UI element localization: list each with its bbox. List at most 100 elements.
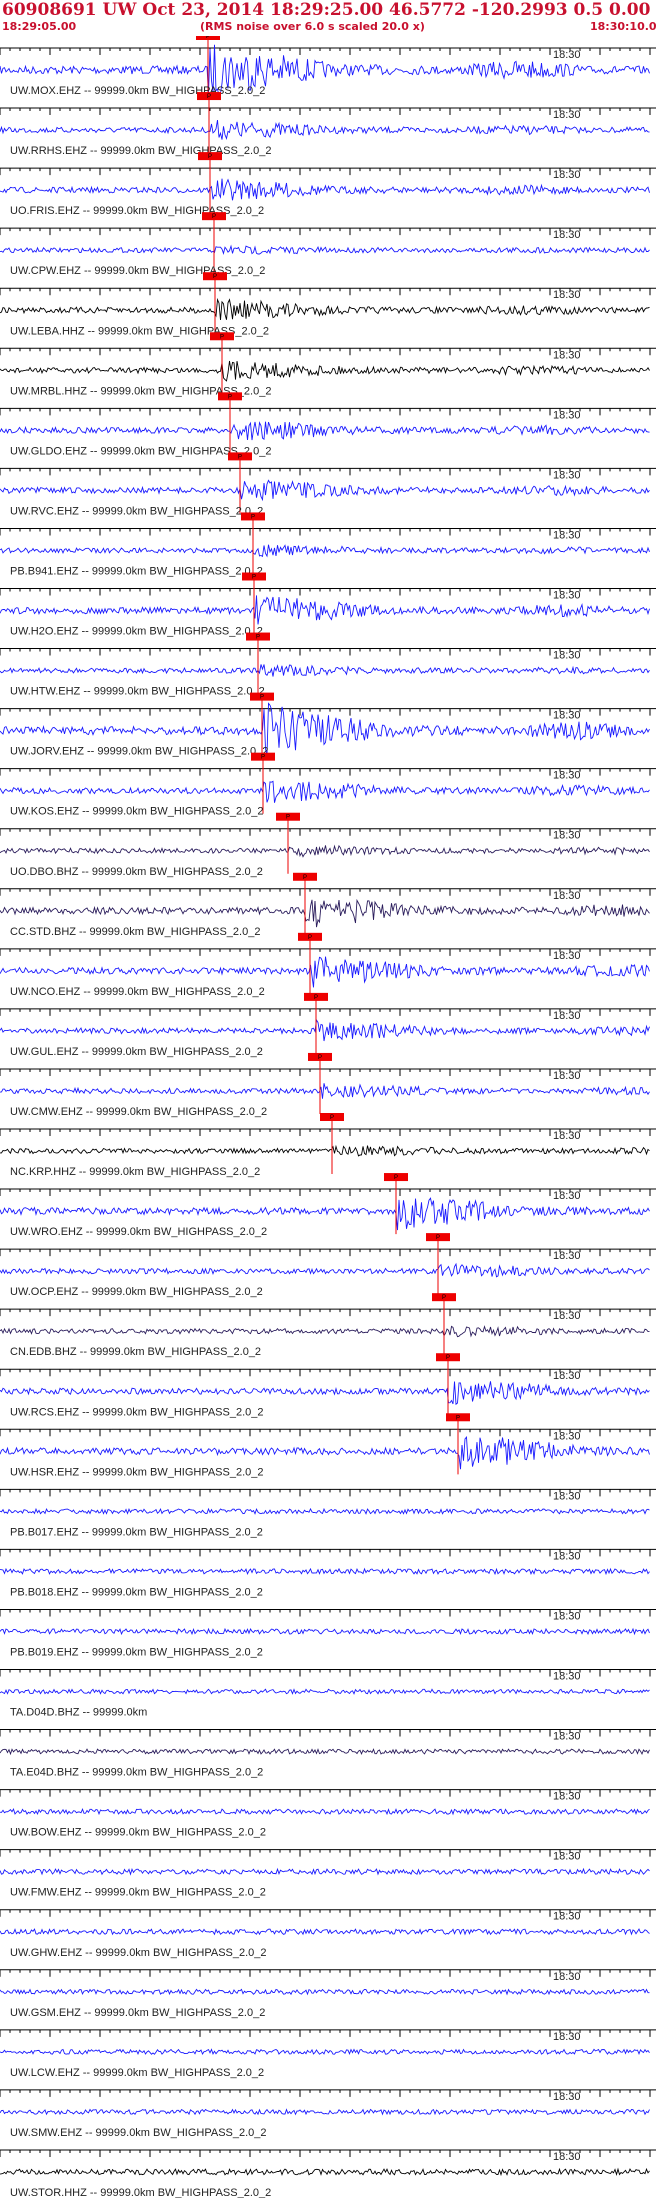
tick-label: 18:30 [553,1911,581,1923]
tick-label: 18:30 [553,710,581,722]
trace-row: 18:30 TA.D04D.BHZ -- 99999.0km [0,1669,656,1719]
trace-row: 18:30 P UW.WRO.EHZ -- 99999.0km BW_HIGHPAS… [0,1173,656,1238]
tick-label: 18:30 [553,169,581,181]
station-label: UW.STOR.HHZ -- 99999.0km BW_HIGHPASS_2.0… [10,2187,271,2198]
waveform [0,297,650,321]
seismogram-traces: 18:30PUW.MOX.EHZ -- 99999.0km BW_HIGHPAS… [0,36,656,2198]
waveform [0,664,650,677]
trace-row: 18:30PUW.LEBA.HHZ -- 99999.0km BW_HIGHPA… [0,272,656,337]
pick-label: P [212,214,216,220]
pick-label: P [308,935,312,941]
waveform [0,1083,650,1099]
trace-row: 18:30PPB.B941.EHZ -- 99999.0km BW_HIGHPA… [0,512,656,578]
tick-label: 18:30 [553,1190,581,1202]
pick-label: P [394,1175,398,1181]
waveform [0,844,650,858]
trace-row: 18:30 P UW.RCS.EHZ -- 99999.0km BW_HIGHPAS… [0,1353,656,1418]
trace-row: 18:30 P CC.STD.BHZ -- 99999.0km BW_HIGHPAS… [0,872,656,938]
pick-label: P [314,995,318,1001]
waveform [0,898,650,928]
pick-label: P [446,1355,450,1361]
tick-label: 18:30 [553,1731,581,1743]
waveform [0,2167,650,2177]
trace-row: 18:30 PB.B018.EHZ -- 99999.0km BW_HIGHPAS… [0,1548,656,1598]
trace-row: 18:30 UW.GSM.EHZ -- 99999.0km BW_HIGHPASS… [0,1969,656,2019]
waveform [0,2108,650,2116]
station-label: UW.HSR.EHZ -- 99999.0km BW_HIGHPASS_2.0_… [10,1466,264,1478]
tick-label: 18:30 [553,2151,581,2163]
tick-label: 18:30 [553,2091,581,2103]
trace-row: 18:30 UW.GHW.EHZ -- 99999.0km BW_HIGHPASS… [0,1909,656,1959]
trace-row: 18:30PUW.HTW.EHZ -- 99999.0km BW_HIGHPAS… [0,632,656,698]
waveform [0,360,650,382]
waveform [0,421,650,441]
pick-label: P [260,695,264,701]
header: 60908691 UW Oct 23, 2014 18:29:25.00 46.… [0,0,656,36]
tick-label: 18:30 [553,650,581,662]
trace-row: 18:30 P NC.KRP.HHZ -- 99999.0km BW_HIGHPAS… [0,1113,656,1178]
pick-label: P [213,274,217,280]
trace-row: 18:30 UW.BOW.EHZ -- 99999.0km BW_HIGHPASS… [0,1789,656,1839]
trace-row: 18:30 P UO.DBO.BHZ -- 99999.0km BW_HIGHPAS… [0,812,656,878]
trace-row: 18:30PUO.FRIS.EHZ -- 99999.0km BW_HIGHPA… [0,152,656,217]
tick-label: 18:30 [553,1010,581,1022]
trace-row: 18:30 P UW.KOS.EHZ -- 99999.0km BW_HIGHPAS… [0,752,656,818]
pick-label: P [261,755,265,761]
trace-row: 18:30 P UW.OCP.EHZ -- 99999.0km BW_HIGHPAS… [0,1233,656,1298]
trace-row: 18:30 UW.SMW.EHZ -- 99999.0km BW_HIGHPASS… [0,2089,656,2139]
trace-row: 18:30 PB.B017.EHZ -- 99999.0km BW_HIGHPAS… [0,1488,656,1538]
waveform [0,1507,650,1515]
tick-label: 18:30 [553,1971,581,1983]
station-label: PB.B017.EHZ -- 99999.0km BW_HIGHPASS_2.0… [10,1526,263,1538]
pick-label: P [318,1055,322,1061]
station-label: TA.E04D.BHZ -- 99999.0km BW_HIGHPASS_2.0… [10,1767,263,1779]
seismogram-page: 60908691 UW Oct 23, 2014 18:29:25.00 46.… [0,0,656,2198]
tick-label: 18:30 [553,1250,581,1262]
tick-label: 18:30 [553,1671,581,1683]
trace-row: 18:30 PB.B019.EHZ -- 99999.0km BW_HIGHPAS… [0,1608,656,1659]
station-label: UW.RVC.EHZ -- 99999.0km BW_HIGHPASS_2.0_… [10,505,263,517]
tick-label: 18:30 [553,1310,581,1322]
pick-label: P [228,394,232,400]
tick-label: 18:30 [553,109,581,121]
station-label: UW.KOS.EHZ -- 99999.0km BW_HIGHPASS_2.0_… [10,806,264,818]
pick-label: P [251,514,255,520]
pick-label: P [220,334,224,340]
trace-row: 18:30 P UW.CMW.EHZ -- 99999.0km BW_HIGHPAS… [0,1052,656,1118]
waveform [0,1988,650,1996]
station-label: UW.SMW.EHZ -- 99999.0km BW_HIGHPASS_2.0_… [10,2127,267,2139]
station-label: UW.FMW.EHZ -- 99999.0km BW_HIGHPASS_2.0_… [10,1887,266,1899]
station-label: UW.H2O.EHZ -- 99999.0km BW_HIGHPASS_2.0_… [10,626,263,638]
tick-label: 18:30 [553,289,581,301]
start-time: 18:29:05.00 [2,20,77,33]
waveform [0,1567,650,1576]
trace-row: 18:30 P UW.HSR.EHZ -- 99999.0km BW_HIGHPAS… [0,1413,656,1478]
pick-label: P [207,94,211,100]
trace-row: 18:30PUW.GLDO.EHZ -- 99999.0km BW_HIGHPA… [0,392,656,457]
tick-label: 18:30 [553,830,581,842]
station-label: UW.GUL.EHZ -- 99999.0km BW_HIGHPASS_2.0_… [10,1046,263,1058]
waveform [0,479,650,502]
tick-label: 18:30 [553,1430,581,1442]
tick-label: 18:30 [553,1130,581,1142]
tick-label: 18:30 [553,950,581,962]
waveform [0,1144,650,1157]
event-title: 60908691 UW Oct 23, 2014 18:29:25.00 46.… [2,0,656,20]
tick-label: 18:30 [553,890,581,902]
station-label: UW.NCO.EHZ -- 99999.0km BW_HIGHPASS_2.0_… [10,986,265,998]
station-label: UW.WRO.EHZ -- 99999.0km BW_HIGHPASS_2.0_… [10,1226,267,1238]
station-label: UW.OCP.EHZ -- 99999.0km BW_HIGHPASS_2.0_… [10,1286,263,1298]
station-label: UW.GSM.EHZ -- 99999.0km BW_HIGHPASS_2.0_… [10,2007,265,2019]
station-label: UO.DBO.BHZ -- 99999.0km BW_HIGHPASS_2.0_… [10,866,263,878]
waveform [0,1688,650,1695]
waveform [0,780,650,803]
waveform [0,1627,650,1636]
trace-row: 18:30PUW.MOX.EHZ -- 99999.0km BW_HIGHPAS… [0,36,656,97]
tick-label: 18:30 [553,1370,581,1382]
station-label: UW.CMW.EHZ -- 99999.0km BW_HIGHPASS_2.0_… [10,1106,267,1118]
tick-label: 18:30 [553,1490,581,1502]
station-label: UW.BOW.EHZ -- 99999.0km BW_HIGHPASS_2.0_… [10,1827,266,1839]
pick-label: P [436,1235,440,1241]
station-label: PB.B941.EHZ -- 99999.0km BW_HIGHPASS_2.0… [10,566,263,578]
tick-label: 18:30 [553,1610,581,1622]
